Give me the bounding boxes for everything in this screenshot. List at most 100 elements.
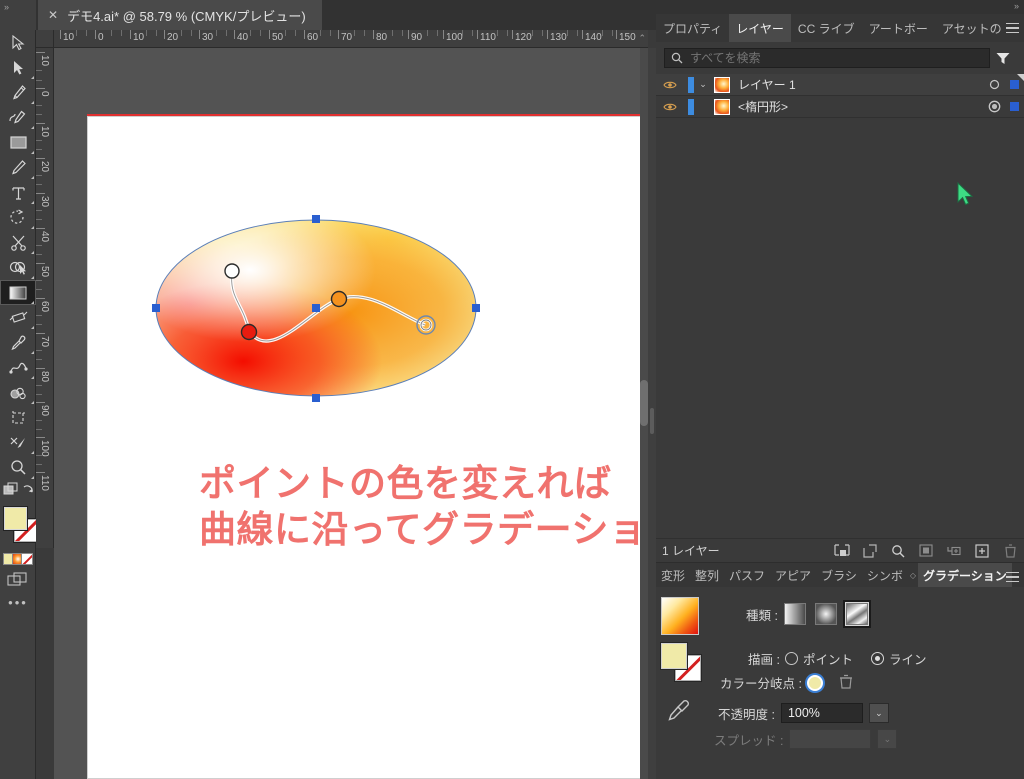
tool-flyout-indicator[interactable] — [31, 126, 34, 129]
delete-layer-button[interactable] — [996, 544, 1024, 558]
target-indicator[interactable] — [984, 79, 1004, 90]
symbol-sprayer-tool[interactable] — [0, 380, 36, 405]
filter-icon[interactable] — [990, 52, 1016, 65]
layer-name[interactable]: レイヤー 1 — [730, 76, 984, 93]
edit-toolbar-button[interactable]: ••• — [0, 591, 36, 613]
pencil-tool[interactable] — [0, 155, 36, 180]
none-button[interactable] — [21, 553, 33, 565]
tab-layers[interactable]: レイヤー — [729, 14, 791, 42]
tab-gradient[interactable]: グラデーション — [918, 563, 1012, 587]
panel-hamburger-icon[interactable] — [1004, 20, 1020, 36]
canvas-area[interactable]: ポイントの色を変えれば 曲線に沿ってグラデーションができる — [54, 48, 648, 779]
layer-search-box[interactable] — [664, 48, 990, 68]
close-icon[interactable]: ✕ — [48, 9, 58, 21]
eyedropper-tool[interactable] — [0, 330, 36, 355]
gradient-preview-swatch[interactable] — [661, 597, 699, 635]
tool-flyout-indicator[interactable] — [31, 251, 34, 254]
gradient-fill-swatch[interactable] — [661, 643, 687, 669]
ruler-origin[interactable] — [36, 30, 54, 48]
draw-points-radio[interactable] — [785, 652, 798, 665]
gradient-tool[interactable] — [0, 280, 36, 305]
visibility-toggle-icon[interactable] — [656, 80, 684, 90]
tool-flyout-indicator[interactable] — [31, 376, 34, 379]
tool-flyout-indicator[interactable] — [31, 176, 34, 179]
tab-brushes[interactable]: ブラシ — [816, 563, 862, 587]
zoom-tool[interactable] — [0, 455, 36, 480]
artboard-tool[interactable] — [0, 405, 36, 430]
artwork-caption[interactable]: ポイントの色を変えれば 曲線に沿ってグラデーションができる — [199, 461, 648, 553]
rotate-tool[interactable] — [0, 205, 36, 230]
fill-swatch[interactable] — [4, 507, 27, 530]
horizontal-ruler[interactable]: 10 0 10 20 30 40 50 60 70 80 90 100 110 … — [54, 30, 648, 48]
shape-builder-tool[interactable] — [0, 255, 36, 280]
canvas-scrollbar-thumb[interactable] — [640, 380, 648, 426]
direct-selection-tool[interactable] — [0, 55, 36, 80]
eyedropper-icon[interactable] — [666, 697, 692, 728]
layer-color-chip[interactable] — [1004, 102, 1024, 111]
blend-tool[interactable] — [0, 355, 36, 380]
color-mode-swatches[interactable] — [0, 553, 36, 567]
target-indicator[interactable] — [984, 100, 1004, 113]
visibility-toggle-icon[interactable] — [656, 102, 684, 112]
color-stop-swatch[interactable] — [807, 675, 823, 691]
freeform-gradient-button[interactable] — [846, 603, 868, 625]
fill-stroke-swatches[interactable] — [0, 505, 36, 551]
scissors-tool[interactable] — [0, 230, 36, 255]
create-sublayer-button[interactable] — [940, 545, 968, 557]
tool-flyout-indicator[interactable] — [31, 151, 34, 154]
free-transform-tool[interactable] — [0, 305, 36, 330]
draw-lines-radio[interactable] — [871, 652, 884, 665]
draw-points-label[interactable]: ポイント — [803, 649, 853, 668]
chevron-down-icon[interactable]: ⌄ — [869, 703, 889, 723]
tab-overflow-indicator[interactable]: ◇ — [908, 563, 918, 587]
linear-gradient-button[interactable] — [784, 603, 806, 625]
ruler-collapse-icon[interactable]: ⌃ — [638, 33, 646, 44]
layer-name[interactable]: <楕円形> — [730, 98, 984, 115]
layer-list[interactable]: ⌄ レイヤー 1 <楕円形> — [656, 74, 1024, 534]
curvature-tool[interactable] — [0, 105, 36, 130]
release-to-layers-button[interactable] — [856, 544, 884, 558]
radial-gradient-button[interactable] — [815, 603, 837, 625]
table-row[interactable]: ⌄ レイヤー 1 — [656, 74, 1024, 96]
table-row[interactable]: <楕円形> — [656, 96, 1024, 118]
ellipse-object[interactable] — [151, 213, 481, 403]
vertical-ruler[interactable]: 10 0 10 20 30 40 50 60 70 80 90 100 110 — [36, 48, 54, 548]
tool-flyout-indicator[interactable] — [31, 76, 34, 79]
chevron-down-icon[interactable]: ⌄ — [694, 79, 712, 90]
tool-flyout-indicator[interactable] — [31, 226, 34, 229]
tab-pathfinder[interactable]: パスフ — [724, 563, 770, 587]
opacity-input[interactable]: 100% — [781, 703, 863, 723]
draw-lines-label[interactable]: ライン — [889, 649, 927, 668]
tab-align[interactable]: 整列 — [690, 563, 724, 587]
tool-flyout-indicator[interactable] — [31, 326, 34, 329]
tab-artboards[interactable]: アートボー — [862, 14, 935, 42]
tool-flyout-indicator[interactable] — [31, 301, 34, 304]
create-new-layer-button[interactable] — [968, 544, 996, 558]
search-layers-button[interactable] — [884, 544, 912, 558]
toolbar-expand-area[interactable]: » — [0, 0, 36, 30]
tool-flyout-indicator[interactable] — [31, 101, 34, 104]
tool-flyout-indicator[interactable] — [31, 451, 34, 454]
expand-chevrons-icon[interactable]: » — [4, 2, 8, 12]
type-tool[interactable] — [0, 180, 36, 205]
tab-cc-libraries[interactable]: CC ライブ — [791, 14, 862, 42]
pen-tool[interactable] — [0, 80, 36, 105]
gradient-fill-stroke-swatches[interactable] — [661, 643, 707, 683]
tab-transform[interactable]: 変形 — [656, 563, 690, 587]
tool-flyout-indicator[interactable] — [31, 276, 34, 279]
panel-expand-icon[interactable]: » — [1014, 1, 1018, 11]
tool-flyout-indicator[interactable] — [31, 401, 34, 404]
make-clipping-mask-button[interactable] — [912, 544, 940, 557]
document-tab[interactable]: ✕ デモ4.ai* @ 58.79 % (CMYK/プレビュー) — [38, 0, 322, 30]
layer-color-chip[interactable] — [1004, 80, 1024, 89]
locate-object-button[interactable] — [828, 544, 856, 558]
tool-flyout-indicator[interactable] — [31, 351, 34, 354]
slice-tool[interactable] — [0, 430, 36, 455]
tab-appearance[interactable]: アピア — [770, 563, 816, 587]
tool-flyout-indicator[interactable] — [31, 201, 34, 204]
gradient-panel-hamburger-icon[interactable] — [1004, 569, 1020, 585]
selection-tool[interactable] — [0, 30, 36, 55]
tab-symbols[interactable]: シンボ — [862, 563, 908, 587]
search-input[interactable] — [690, 51, 983, 65]
trash-icon[interactable] — [839, 674, 853, 692]
